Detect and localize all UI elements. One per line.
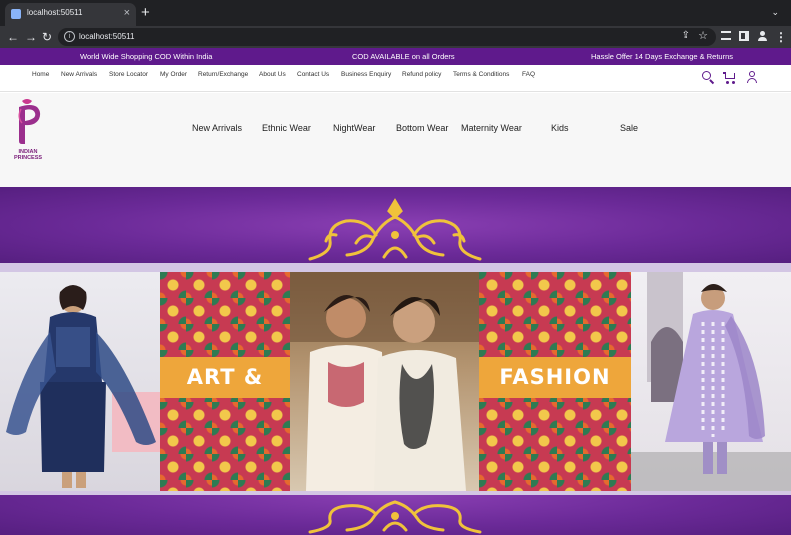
gold-ornament-bottom: [308, 500, 482, 534]
bookmark-star-icon[interactable]: ☆: [698, 29, 708, 42]
reading-list-icon[interactable]: [721, 31, 731, 40]
announcement-bar: World Wide Shopping COD Within India COD…: [0, 48, 791, 65]
model-photo-right: [631, 272, 791, 491]
browser-toolbar: ← → ↻ i localhost:50511 ⇪ ☆ ⋮: [0, 26, 791, 48]
tab-search-icon[interactable]: ⌄: [771, 7, 779, 18]
nav-my-order[interactable]: My Order: [160, 71, 187, 78]
new-tab-button[interactable]: +: [141, 4, 150, 22]
category-sale[interactable]: Sale: [620, 123, 638, 133]
user-icon[interactable]: [745, 70, 759, 84]
model-left-illustration: [6, 285, 160, 488]
model-right-illustration: [631, 272, 791, 491]
banner-label-art: ART &: [160, 357, 290, 398]
share-icon[interactable]: ⇪: [682, 30, 690, 41]
nav-faq[interactable]: FAQ: [522, 71, 535, 78]
category-maternity-wear[interactable]: Maternity Wear: [461, 123, 522, 133]
category-kids[interactable]: Kids: [551, 123, 569, 133]
nav-store-locator[interactable]: Store Locator: [109, 71, 148, 78]
nav-new-arrivals[interactable]: New Arrivals: [61, 71, 97, 78]
model-center-illustration: [290, 272, 479, 491]
url-text[interactable]: localhost:50511: [79, 32, 134, 41]
profile-icon[interactable]: [757, 31, 767, 41]
brand-logo-text: INDIAN PRINCESS: [13, 149, 43, 161]
top-navigation: Home New Arrivals Store Locator My Order…: [0, 65, 791, 92]
pattern-panel-art: ART &: [160, 272, 290, 491]
favicon-icon: [11, 9, 21, 19]
nav-home[interactable]: Home: [32, 71, 49, 78]
nav-refund-policy[interactable]: Refund policy: [402, 71, 441, 78]
announcement-left: World Wide Shopping COD Within India: [80, 52, 213, 61]
banner-stripe-top: [0, 263, 791, 272]
brand-logo[interactable]: INDIAN PRINCESS: [6, 97, 50, 161]
nav-terms-conditions[interactable]: Terms & Conditions: [453, 71, 509, 78]
address-bar[interactable]: i localhost:50511 ⇪ ☆: [58, 28, 716, 46]
browser-tab[interactable]: localhost:50511 ×: [5, 3, 136, 26]
pattern-panel-fashion: FASHION: [479, 272, 631, 491]
browser-menu-icon[interactable]: ⋮: [775, 29, 787, 45]
nav-business-enquiry[interactable]: Business Enquiry: [341, 71, 391, 78]
banner-label-fashion: FASHION: [479, 357, 631, 398]
reload-icon[interactable]: ↻: [42, 29, 52, 45]
nav-about-us[interactable]: About Us: [259, 71, 286, 78]
category-new-arrivals[interactable]: New Arrivals: [192, 123, 242, 133]
side-panel-icon[interactable]: [739, 31, 749, 41]
tab-title: localhost:50511: [27, 8, 83, 17]
hero-banner[interactable]: ART & FASHION: [0, 187, 791, 535]
brand-logo-mark-icon: [18, 99, 41, 144]
model-photo-center: [290, 272, 479, 491]
nav-contact-us[interactable]: Contact Us: [297, 71, 329, 78]
banner-panels: ART & FASHION: [0, 272, 791, 491]
close-tab-icon[interactable]: ×: [124, 6, 130, 20]
category-bottom-wear[interactable]: Bottom Wear: [396, 123, 448, 133]
cart-icon[interactable]: [723, 70, 737, 84]
main-header: INDIAN PRINCESS New Arrivals Ethnic Wear…: [0, 93, 791, 187]
back-icon[interactable]: ←: [7, 29, 19, 45]
model-photo-left: [0, 272, 160, 491]
forward-icon[interactable]: →: [25, 29, 37, 45]
nav-return-exchange[interactable]: Return/Exchange: [198, 71, 248, 78]
site-info-icon[interactable]: i: [64, 31, 75, 42]
category-nightwear[interactable]: NightWear: [333, 123, 375, 133]
gold-ornament-top: [308, 198, 482, 261]
search-icon[interactable]: [701, 70, 715, 85]
browser-tabstrip: localhost:50511 × + ⌄: [0, 0, 791, 26]
announcement-right: Hassle Offer 14 Days Exchange & Returns: [591, 52, 734, 61]
announcement-center: COD AVAILABLE on all Orders: [352, 52, 455, 61]
category-ethnic-wear[interactable]: Ethnic Wear: [262, 123, 311, 133]
